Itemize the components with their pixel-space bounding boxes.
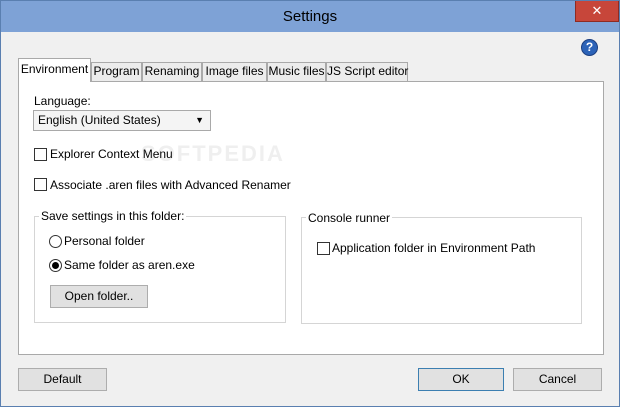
close-button[interactable]: ✕ [575,1,619,22]
tab-image-files[interactable]: Image files [202,62,267,81]
cancel-button[interactable]: Cancel [513,368,602,391]
tab-js-script-editor[interactable]: JS Script editor [326,62,408,81]
window-title: Settings [282,8,338,25]
same-folder-label[interactable]: Same folder as aren.exe [64,258,195,272]
default-button[interactable]: Default [18,368,107,391]
softpedia-watermark: SOFTPEDIA [141,141,285,166]
save-settings-group-title: Save settings in this folder: [39,209,187,223]
ok-button[interactable]: OK [418,368,504,391]
same-folder-radio[interactable] [49,259,62,272]
tab-environment[interactable]: Environment [18,58,91,82]
tab-renaming[interactable]: Renaming [142,62,202,81]
chevron-down-icon: ▼ [195,115,204,125]
app-folder-env-path-checkbox[interactable] [317,242,330,255]
settings-window: Settings ✕ ? Environment Program Renamin… [0,0,620,407]
language-select[interactable]: English (United States) ▼ [33,110,211,131]
personal-folder-label[interactable]: Personal folder [64,234,145,248]
language-label: Language: [34,94,91,108]
tab-program[interactable]: Program [91,62,142,81]
open-folder-button[interactable]: Open folder.. [50,285,148,308]
explorer-context-menu-checkbox[interactable] [34,148,47,161]
language-value: English (United States) [38,113,161,127]
associate-aren-files-checkbox[interactable] [34,178,47,191]
console-runner-group-title: Console runner [306,211,393,225]
personal-folder-radio[interactable] [49,235,62,248]
title-bar[interactable]: Settings [1,1,619,32]
tab-music-files[interactable]: Music files [267,62,326,81]
console-runner-group [301,217,582,324]
close-icon: ✕ [591,3,603,18]
app-folder-env-path-label[interactable]: Application folder in Environment Path [332,241,535,255]
help-icon[interactable]: ? [581,39,598,56]
associate-aren-files-label[interactable]: Associate .aren files with Advanced Rena… [50,178,291,192]
